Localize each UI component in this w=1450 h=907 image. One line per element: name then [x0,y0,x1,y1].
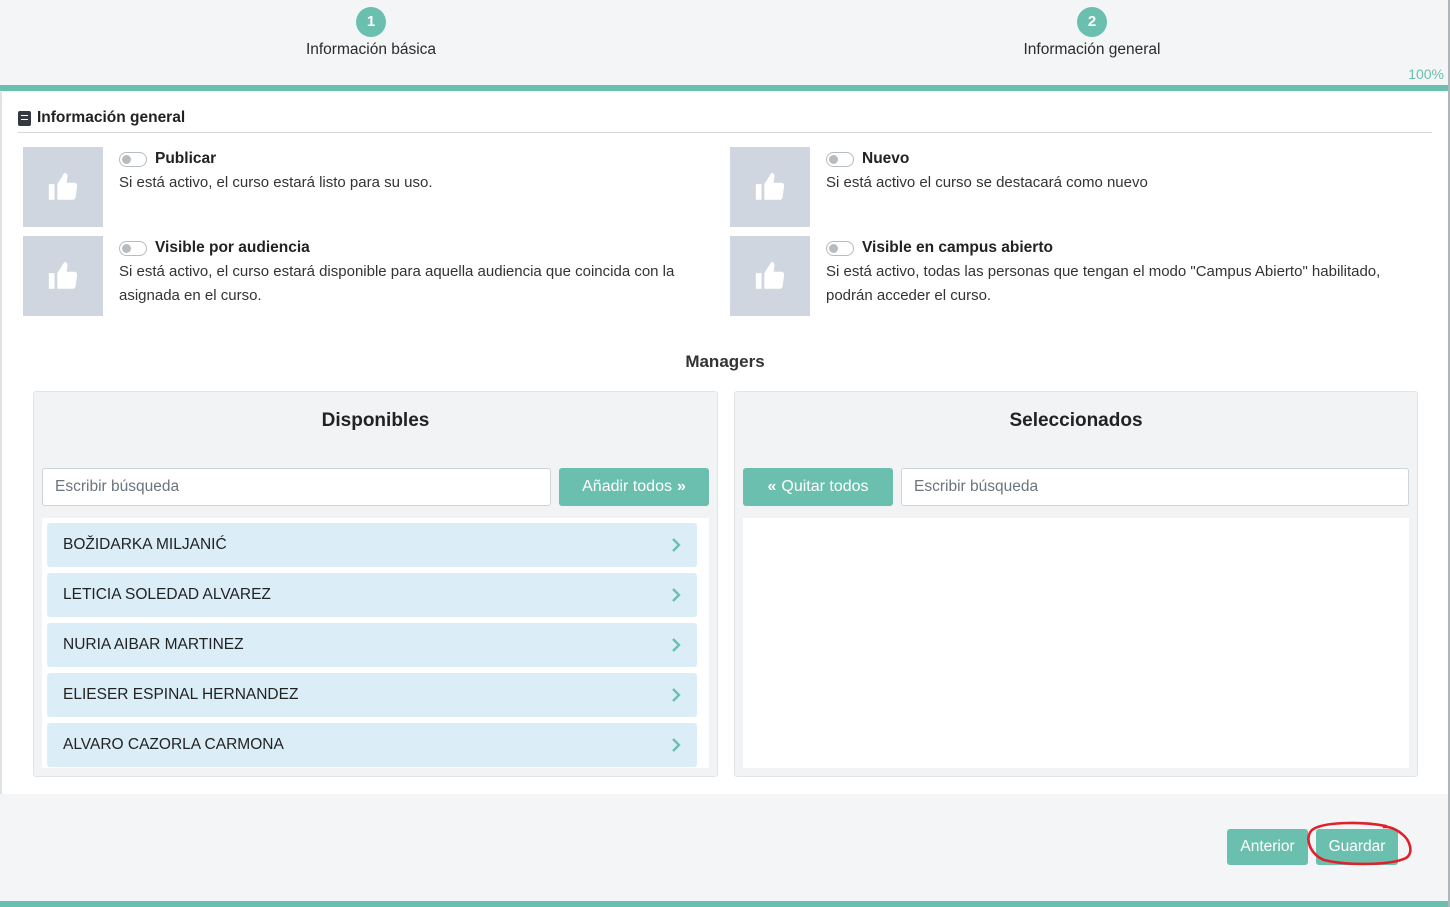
option-title: Publicar [155,150,217,167]
list-item-label: ALVARO CAZORLA CARMONA [63,736,284,753]
option-description: Si está activo, el curso estará listo pa… [119,174,433,191]
double-chevron-left-icon: « [767,478,777,495]
available-list[interactable]: BOŽIDARKA MILJANIĆ LETICIA SOLEDAD ALVAR… [42,518,710,768]
selected-panel: Seleccionados « Quitar todos [734,391,1418,777]
option-visible-campus-abierto: Visible en campus abierto Si está activo… [730,236,1430,318]
option-tile [23,147,103,227]
book-icon [18,110,31,126]
option-tile [23,236,103,316]
thumbs-up-icon [48,261,78,289]
step-1[interactable]: 1 Información básica [221,7,521,59]
remove-all-label: Quitar todos [781,478,869,495]
section-title: Información general [37,109,186,126]
visible-audiencia-toggle[interactable] [119,240,147,256]
thumbs-up-icon [755,172,785,200]
option-visible-por-audiencia: Visible por audiencia Si está activo, el… [23,236,713,318]
double-chevron-right-icon: » [676,478,686,495]
chevron-right-icon [672,738,681,752]
list-scrollbar-track[interactable] [709,518,710,768]
chevron-right-icon [672,588,681,602]
list-item-label: ELIESER ESPINAL HERNANDEZ [63,686,299,703]
add-all-label: Añadir todos [582,478,672,495]
list-item-label: LETICIA SOLEDAD ALVAREZ [63,586,271,603]
nuevo-toggle[interactable] [826,151,854,167]
footer-bar [0,901,1450,907]
managers-title: Managers [685,352,765,371]
list-item[interactable]: NURIA AIBAR MARTINEZ [47,623,697,667]
thumbs-up-icon [48,172,78,200]
add-all-button[interactable]: Añadir todos » [559,468,709,506]
list-item-label: NURIA AIBAR MARTINEZ [63,636,244,653]
option-publicar: Publicar Si está activo, el curso estará… [23,147,713,229]
chevron-right-icon [672,638,681,652]
available-title: Disponibles [321,410,430,431]
section-heading: Información general [18,109,1432,133]
list-item[interactable]: LETICIA SOLEDAD ALVAREZ [47,573,697,617]
option-tile [730,147,810,227]
chevron-right-icon [672,688,681,702]
option-body: Visible por audiencia Si está activo, el… [119,238,713,308]
remove-all-button[interactable]: « Quitar todos [743,468,893,506]
option-tile [730,236,810,316]
option-title: Visible en campus abierto [862,239,1053,256]
progress-bar [0,85,1450,91]
option-title: Visible por audiencia [155,239,310,256]
step-label: Información básica [305,41,437,58]
progress-percent: 100% [1408,66,1444,82]
option-description: Si está activo, el curso estará disponib… [119,263,675,304]
window-left-edge [0,0,2,907]
option-nuevo: Nuevo Si está activo el curso se destaca… [730,147,1430,229]
option-title: Nuevo [862,150,910,167]
thumbs-up-icon [755,261,785,289]
step-2[interactable]: 2 Información general [942,7,1242,59]
available-panel: Disponibles Añadir todos » BOŽIDARKA MIL… [33,391,718,777]
step-number: 2 [1077,7,1107,37]
step-label: Información general [1023,41,1161,58]
selected-search-input[interactable] [901,468,1409,506]
available-search-input[interactable] [42,468,551,506]
selected-title: Seleccionados [1009,410,1143,431]
stepper: 1 Información básica 2 Información gener… [0,0,1450,92]
step-number: 1 [356,7,386,37]
option-body: Nuevo Si está activo el curso se destaca… [826,149,1430,195]
selected-list[interactable] [743,518,1409,768]
option-description: Si está activo el curso se destacará com… [826,174,1148,191]
list-item[interactable]: BOŽIDARKA MILJANIĆ [47,523,697,567]
option-body: Visible en campus abierto Si está activo… [826,238,1430,308]
list-item[interactable]: ALVARO CAZORLA CARMONA [47,723,697,767]
publicar-toggle[interactable] [119,151,147,167]
chevron-right-icon [672,538,681,552]
save-button[interactable]: Guardar [1316,829,1398,865]
list-item[interactable]: ELIESER ESPINAL HERNANDEZ [47,673,697,717]
option-body: Publicar Si está activo, el curso estará… [119,149,713,195]
list-item-label: BOŽIDARKA MILJANIĆ [63,536,227,553]
option-description: Si está activo, todas las personas que t… [826,263,1381,304]
previous-button[interactable]: Anterior [1227,829,1308,865]
visible-campus-toggle[interactable] [826,240,854,256]
